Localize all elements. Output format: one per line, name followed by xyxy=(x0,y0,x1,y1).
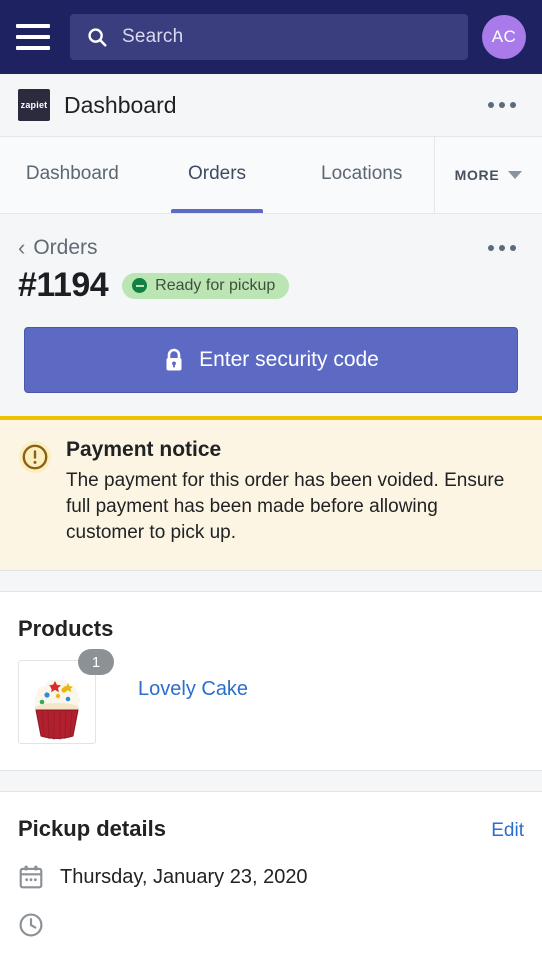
products-title: Products xyxy=(18,616,114,642)
order-number: #1194 xyxy=(18,266,109,304)
breadcrumb[interactable]: ‹ Orders xyxy=(18,236,480,260)
circle-minus-icon xyxy=(132,278,148,293)
breadcrumb-label: Orders xyxy=(33,236,98,259)
pickup-date: Thursday, January 23, 2020 xyxy=(60,865,308,888)
app-header: zapiet Dashboard xyxy=(0,74,542,137)
cupcake-icon xyxy=(34,679,81,741)
tab-label: Locations xyxy=(321,163,403,184)
tab-bar: Dashboard Orders Locations MORE xyxy=(0,137,542,214)
alert-circle-icon xyxy=(19,441,51,473)
edit-pickup-link[interactable]: Edit xyxy=(491,820,524,842)
clock-icon xyxy=(19,913,43,937)
product-quantity-badge: 1 xyxy=(78,649,114,676)
order-title-row: #1194 Ready for pickup xyxy=(0,260,542,305)
breadcrumb-row: ‹ Orders xyxy=(0,214,542,260)
hamburger-bar xyxy=(16,35,50,39)
tab-locations[interactable]: Locations xyxy=(289,137,434,213)
payment-notice-body: The payment for this order has been void… xyxy=(66,470,505,544)
app-root: Search AC zapiet Dashboard Dashboard Ord… xyxy=(0,0,542,964)
chevron-down-icon xyxy=(508,171,523,179)
tab-more-button[interactable]: MORE xyxy=(434,137,542,213)
products-card-header: Products xyxy=(18,616,524,642)
hamburger-icon[interactable] xyxy=(16,17,56,57)
products-card: Products 1 Lovely Cake xyxy=(0,592,542,772)
product-thumbnail-wrap: 1 xyxy=(18,649,114,745)
search-input[interactable]: Search xyxy=(70,14,468,60)
enter-security-code-button[interactable]: Enter security code xyxy=(24,327,518,393)
pickup-card-header: Pickup details Edit xyxy=(18,816,524,842)
order-detail-page: ‹ Orders #1194 Ready for pickup Enter se… xyxy=(0,214,542,964)
payment-notice-title: Payment notice xyxy=(66,438,222,461)
avatar[interactable]: AC xyxy=(482,15,526,59)
section-gap xyxy=(0,571,542,593)
search-icon xyxy=(88,28,107,47)
pickup-details-title: Pickup details xyxy=(18,816,166,842)
tab-orders[interactable]: Orders xyxy=(145,137,290,213)
chevron-left-icon: ‹ xyxy=(18,235,26,260)
pickup-date-row: Thursday, January 23, 2020 xyxy=(18,864,524,890)
pickup-time-row xyxy=(18,912,524,938)
hamburger-bar xyxy=(16,24,50,28)
payment-notice-banner: Payment notice The payment for this orde… xyxy=(0,416,542,572)
page-title: Dashboard xyxy=(64,91,177,118)
app-logo: zapiet xyxy=(18,89,50,121)
app-logo-text: zapiet xyxy=(20,100,48,110)
pickup-details-card: Pickup details Edit Thursday, January 23… xyxy=(0,792,542,964)
payment-notice-content: Payment notice The payment for this orde… xyxy=(66,438,520,546)
search-placeholder: Search xyxy=(122,26,184,47)
status-badge: Ready for pickup xyxy=(122,272,290,299)
hamburger-bar xyxy=(16,46,50,50)
calendar-icon xyxy=(19,865,43,889)
avatar-initials: AC xyxy=(491,27,517,46)
enter-security-code-label: Enter security code xyxy=(199,348,379,371)
order-ellipsis-icon[interactable] xyxy=(480,237,524,259)
global-topbar: Search AC xyxy=(0,0,542,74)
tab-label: Dashboard xyxy=(25,163,119,184)
list-item: 1 Lovely Cake xyxy=(18,649,524,745)
tab-dashboard[interactable]: Dashboard xyxy=(0,137,145,213)
product-name-link[interactable]: Lovely Cake xyxy=(138,678,248,701)
tab-more-label: MORE xyxy=(454,167,500,183)
status-badge-label: Ready for pickup xyxy=(155,276,276,294)
lock-icon xyxy=(166,348,182,370)
app-header-ellipsis-icon[interactable] xyxy=(480,94,524,116)
tab-label: Orders xyxy=(187,163,247,184)
section-gap xyxy=(0,771,542,793)
